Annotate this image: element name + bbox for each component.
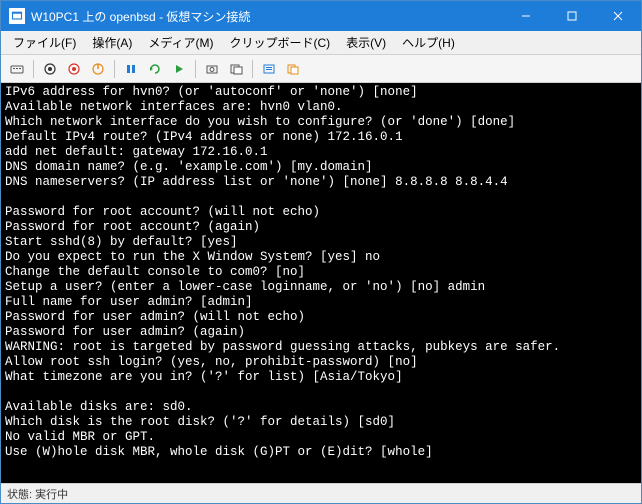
shutdown-button[interactable] bbox=[64, 59, 84, 79]
status-value: 実行中 bbox=[35, 486, 68, 502]
terminal-output[interactable]: IPv6 address for hvn0? (or 'autoconf' or… bbox=[1, 83, 641, 483]
window-title: W10PC1 上の openbsd - 仮想マシン接続 bbox=[31, 8, 503, 25]
maximize-button[interactable] bbox=[549, 1, 595, 31]
status-label: 状態: bbox=[7, 486, 32, 502]
checkpoint-button[interactable] bbox=[169, 59, 189, 79]
close-button[interactable] bbox=[595, 1, 641, 31]
menu-help[interactable]: ヘルプ(H) bbox=[394, 32, 463, 53]
menu-view[interactable]: 表示(V) bbox=[338, 32, 394, 53]
snapshot-button[interactable] bbox=[202, 59, 222, 79]
toolbar bbox=[1, 55, 641, 83]
menu-media[interactable]: メディア(M) bbox=[140, 32, 221, 53]
revert-button[interactable] bbox=[226, 59, 246, 79]
toolbar-separator bbox=[114, 60, 115, 78]
menu-action[interactable]: 操作(A) bbox=[84, 32, 140, 53]
window-controls bbox=[503, 1, 641, 31]
power-button[interactable] bbox=[88, 59, 108, 79]
ctrl-alt-del-button[interactable] bbox=[7, 59, 27, 79]
status-bar: 状態: 実行中 bbox=[1, 483, 641, 503]
menu-clipboard[interactable]: クリップボード(C) bbox=[221, 32, 338, 53]
toolbar-separator bbox=[252, 60, 253, 78]
menu-file[interactable]: ファイル(F) bbox=[5, 32, 84, 53]
toolbar-separator bbox=[33, 60, 34, 78]
share-button[interactable] bbox=[283, 59, 303, 79]
start-button[interactable] bbox=[40, 59, 60, 79]
enhanced-session-button[interactable] bbox=[259, 59, 279, 79]
toolbar-separator bbox=[195, 60, 196, 78]
menu-bar: ファイル(F) 操作(A) メディア(M) クリップボード(C) 表示(V) ヘ… bbox=[1, 31, 641, 55]
reset-button[interactable] bbox=[145, 59, 165, 79]
pause-button[interactable] bbox=[121, 59, 141, 79]
app-icon bbox=[9, 8, 25, 24]
minimize-button[interactable] bbox=[503, 1, 549, 31]
window-titlebar: W10PC1 上の openbsd - 仮想マシン接続 bbox=[1, 1, 641, 31]
